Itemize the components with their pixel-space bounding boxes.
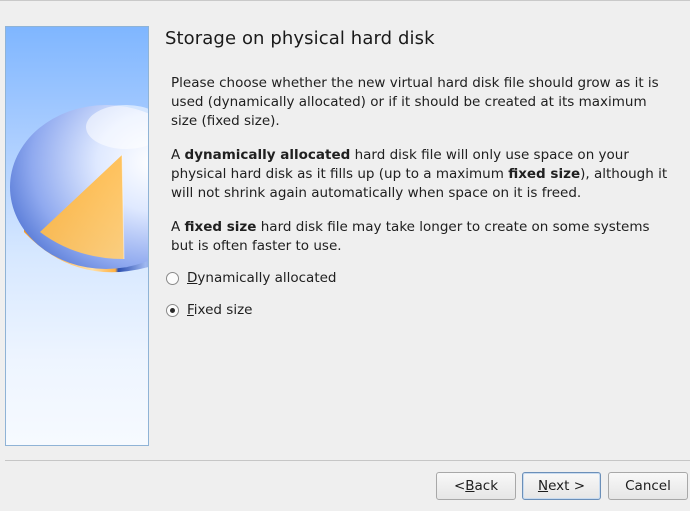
button-text: ack [474,478,499,494]
wizard-side-image [5,26,149,446]
radio-fixed-size[interactable]: Fixed size [166,302,252,318]
button-text: ext > [548,478,586,494]
mnemonic-letter: D [187,270,198,286]
text-segment: A [171,147,185,163]
page-title: Storage on physical hard disk [165,28,435,49]
radio-label: Fixed size [187,302,252,318]
button-text: < [453,478,466,494]
radio-indicator[interactable] [166,271,179,285]
next-button[interactable]: Next > [522,472,601,500]
mnemonic-letter: N [537,478,549,494]
bold-term: fixed size [508,166,581,182]
radio-dynamically-allocated[interactable]: Dynamically allocated [166,270,337,286]
cancel-button[interactable]: Cancel [608,472,688,500]
radio-indicator-checked[interactable] [166,303,179,317]
bold-term: dynamically allocated [184,147,351,163]
mnemonic-letter: F [187,302,194,318]
text-segment: A [171,219,185,235]
back-button[interactable]: < Back [436,472,516,500]
label-text: ixed size [193,302,253,318]
fixed-explanation-paragraph: A fixed size hard disk file may take lon… [171,218,671,256]
mnemonic-letter: B [465,478,475,494]
hard-disk-pie-icon [10,105,148,273]
wizard-window: Storage on physical hard disk Please cho… [0,0,690,511]
button-separator [5,460,690,461]
description-paragraph: Please choose whether the new virtual ha… [171,75,659,129]
label-text: ynamically allocated [197,270,337,286]
dynamic-explanation-paragraph: A dynamically allocated hard disk file w… [171,146,671,203]
radio-label: Dynamically allocated [187,270,337,286]
bold-term: fixed size [184,219,257,235]
